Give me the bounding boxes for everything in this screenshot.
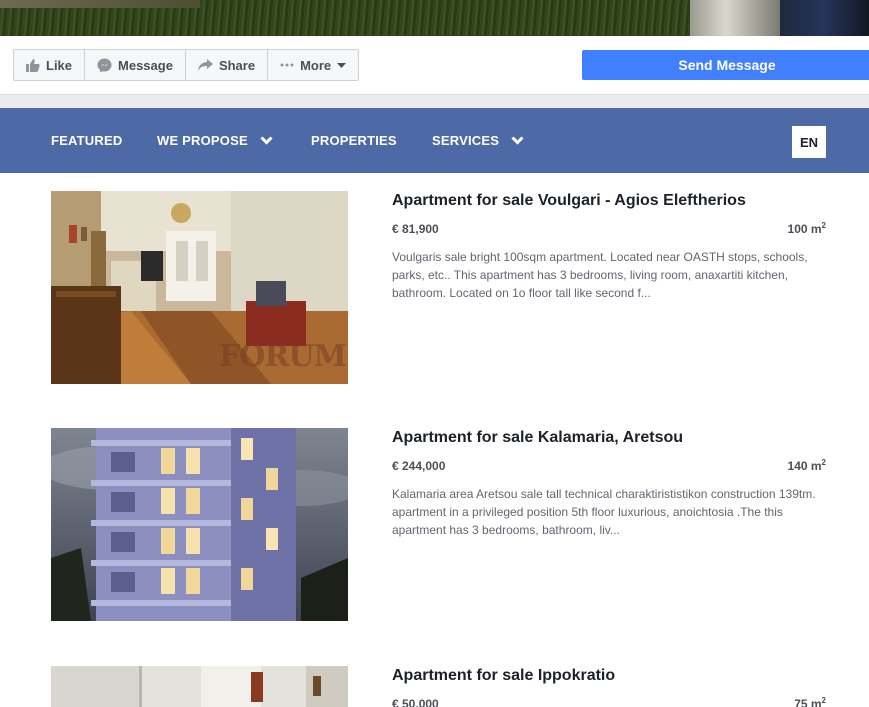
messenger-icon: [97, 58, 112, 73]
listing-area: 75 m2: [794, 696, 826, 707]
listing-title[interactable]: Apartment for sale Ippokratio: [392, 667, 615, 685]
agency-watermark: FORUM: [219, 339, 347, 374]
nav-properties-label: PROPERTIES: [311, 133, 397, 148]
send-message-button[interactable]: Send Message: [582, 50, 869, 80]
like-button[interactable]: Like: [14, 50, 86, 80]
share-button[interactable]: Share: [186, 50, 269, 80]
language-selector[interactable]: EN: [792, 126, 826, 158]
listing-description: Kalamaria area Aretsou sale tall technic…: [392, 487, 816, 537]
listing-area: 100 m2: [788, 221, 826, 236]
message-label: Message: [118, 57, 173, 73]
site-nav-bar: FEATURED WE PROPOSE PROPERTIES SERVICES …: [0, 108, 869, 173]
area-unit-exponent: 2: [821, 696, 826, 705]
cover-dark-area: [780, 0, 869, 36]
page-action-bar: Like Message Share More Send Message: [0, 36, 869, 95]
share-arrow-icon: [197, 59, 213, 71]
listing-area: 140 m2: [788, 458, 826, 473]
nav-services[interactable]: SERVICES: [432, 108, 524, 173]
area-unit-exponent: 2: [821, 458, 826, 467]
listing-title[interactable]: Apartment for sale Voulgari - Agios Elef…: [392, 192, 746, 210]
listing-price: € 244,000: [392, 459, 446, 473]
area-value: 100 m: [787, 222, 822, 236]
nav-properties[interactable]: PROPERTIES: [311, 108, 397, 173]
listing-price: € 81,900: [392, 222, 439, 236]
nav-we-propose-label: WE PROPOSE: [157, 133, 248, 148]
property-photo[interactable]: [51, 666, 348, 707]
cover-edge: [0, 0, 200, 8]
nav-featured[interactable]: FEATURED: [51, 108, 122, 173]
caret-down-icon: [337, 62, 347, 68]
property-photo[interactable]: [51, 428, 348, 621]
area-value: 75 m: [794, 697, 822, 707]
like-label: Like: [46, 57, 73, 73]
more-label: More: [300, 57, 332, 73]
listing-title[interactable]: Apartment for sale Kalamaria, Aretsou: [392, 429, 683, 447]
nav-services-label: SERVICES: [432, 133, 500, 148]
listing-description: Voulgaris sale bright 100sqm apartment. …: [392, 250, 808, 300]
property-listing: Apartment for sale Kalamaria, Aretsou € …: [0, 428, 869, 621]
thumbs-up-icon: [26, 58, 40, 72]
ellipsis-icon: [280, 63, 294, 67]
area-value: 140 m: [787, 459, 822, 473]
cover-bright-area: [690, 0, 780, 36]
property-photo[interactable]: FORUM: [51, 191, 348, 384]
nav-featured-label: FEATURED: [51, 133, 123, 148]
message-button[interactable]: Message: [85, 50, 186, 80]
property-listing: Apartment for sale Ippokratio € 50,000 7…: [0, 666, 869, 707]
chevron-down-icon: [511, 133, 524, 148]
action-button-group: Like Message Share More: [13, 49, 360, 81]
property-listing: FORUM Apartment for sale Voulgari - Agio…: [0, 191, 869, 384]
share-label: Share: [218, 57, 256, 73]
more-button[interactable]: More: [268, 50, 358, 80]
section-divider: [0, 95, 869, 108]
listing-price: € 50,000: [392, 697, 439, 707]
cover-photo: [0, 0, 869, 36]
chevron-down-icon: [260, 133, 273, 148]
area-unit-exponent: 2: [821, 221, 826, 230]
nav-we-propose[interactable]: WE PROPOSE: [157, 108, 273, 173]
